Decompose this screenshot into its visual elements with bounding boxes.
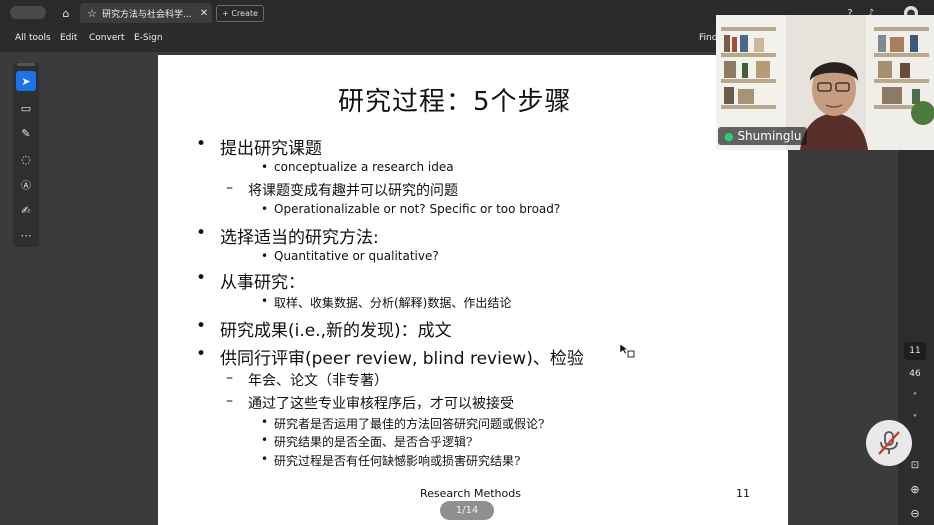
bullet-icon: • [261, 160, 269, 174]
slide-title: 研究过程：5个步骤 [338, 87, 572, 117]
close-tab-icon[interactable]: ✕ [198, 6, 210, 20]
slide-page-number: 11 [736, 487, 750, 500]
create-label: Create [231, 9, 258, 18]
star-icon[interactable]: ☆ [85, 6, 99, 20]
bullet-icon: • [261, 202, 269, 216]
dash-icon: – [226, 180, 233, 196]
bullet-icon: • [261, 415, 269, 429]
bullet-icon: • [261, 452, 269, 466]
participant-name: Shuminglu [737, 129, 802, 143]
fit-page-icon[interactable]: ⊡ [904, 456, 926, 474]
dash-icon: – [226, 393, 233, 409]
bullet-icon: • [196, 134, 207, 154]
profile-pill[interactable] [10, 6, 46, 19]
pdf-page: 研究过程：5个步骤 • 提出研究课题 • conceptualize a res… [158, 55, 788, 525]
comment-tool-icon[interactable]: ▭ [16, 98, 36, 118]
bullet-icon: • [196, 344, 207, 364]
bullet-line-11: 年会、论文（非专著） [248, 373, 388, 389]
bullet-icon: • [196, 316, 207, 336]
toolbar-grip [17, 63, 35, 66]
bullet-line-2: conceptualize a research idea [274, 160, 454, 174]
total-pages: 46 [909, 369, 921, 379]
bullet-icon: • [261, 294, 269, 308]
right-nav-rail: 11 46 ˄ ˅ ⊡ ⊕ ⊖ [898, 150, 934, 525]
pen-tool-icon[interactable]: ✎ [16, 123, 36, 143]
home-icon[interactable]: ⌂ [58, 5, 74, 21]
bullet-line-8: 取样、收集数据、分析(解释)数据、作出结论 [274, 296, 512, 310]
slide-footer: Research Methods [420, 487, 521, 500]
bullet-icon: • [196, 268, 207, 288]
zoom-in-icon[interactable]: ⊕ [904, 480, 926, 498]
bullet-line-7: 从事研究： [220, 273, 305, 293]
bullet-line-1: 提出研究课题 [220, 139, 322, 159]
menu-convert[interactable]: Convert [89, 33, 125, 43]
bullet-line-14: 研究结果的是否全面、是否合乎逻辑? [274, 435, 473, 449]
menu-edit[interactable]: Edit [60, 33, 77, 43]
bullet-icon: • [196, 223, 207, 243]
menu-all-tools[interactable]: All tools [15, 33, 51, 43]
bullet-icon: • [261, 433, 269, 447]
page-indicator[interactable]: 1/14 [440, 501, 494, 520]
menu-esign[interactable]: E-Sign [134, 33, 163, 43]
signature-tool-icon[interactable]: ✍ [16, 200, 36, 220]
bullet-line-5: 选择适当的研究方法: [220, 228, 379, 248]
bullet-line-6: Quantitative or qualitative? [274, 249, 439, 263]
bullet-line-10: 供同行评审(peer review, blind review)、检验 [220, 349, 584, 369]
bullet-line-13: 研究者是否运用了最佳的方法回答研究问题或假论? [274, 417, 545, 431]
tab-title: 研究方法与社会科学... [102, 10, 192, 20]
current-page-box[interactable]: 11 [904, 342, 926, 360]
find-button[interactable]: Find [699, 33, 717, 43]
chevron-down-icon[interactable]: ˅ [904, 410, 926, 428]
tab-document[interactable]: ☆ 研究方法与社会科学... ✕ [80, 3, 212, 23]
zoom-out-icon[interactable]: ⊖ [904, 504, 926, 522]
dash-icon: – [226, 370, 233, 386]
left-toolbar: ➤ ▭ ✎ ◌ Ⓐ ✍ ⋯ [13, 63, 39, 247]
bullet-line-15: 研究过程是否有任何缺憾影响或损害研究结果? [274, 454, 521, 468]
mic-on-icon: ● [724, 130, 734, 143]
bullet-line-9: 研究成果(i.e.,新的发现)：成文 [220, 321, 452, 341]
cursor-icon [619, 343, 635, 358]
chevron-up-icon[interactable]: ˄ [904, 388, 926, 406]
plus-icon: + [222, 9, 232, 18]
bullet-line-3: 将课题变成有趣并可以研究的问题 [248, 183, 458, 199]
bullet-line-4: Operationalizable or not? Specific or to… [274, 202, 561, 216]
bullet-icon: • [261, 249, 269, 263]
bullet-line-12: 通过了这些专业审核程序后，才可以被接受 [248, 396, 514, 412]
text-tool-icon[interactable]: Ⓐ [16, 174, 36, 194]
participant-name-tag: ● Shuminglu [718, 127, 808, 145]
create-button[interactable]: + Create [216, 5, 264, 22]
mute-microphone-button[interactable] [866, 420, 912, 466]
mic-muted-icon [878, 431, 900, 455]
more-tools-icon[interactable]: ⋯ [16, 225, 36, 245]
lasso-tool-icon[interactable]: ◌ [16, 149, 36, 169]
select-tool-icon[interactable]: ➤ [16, 71, 36, 91]
